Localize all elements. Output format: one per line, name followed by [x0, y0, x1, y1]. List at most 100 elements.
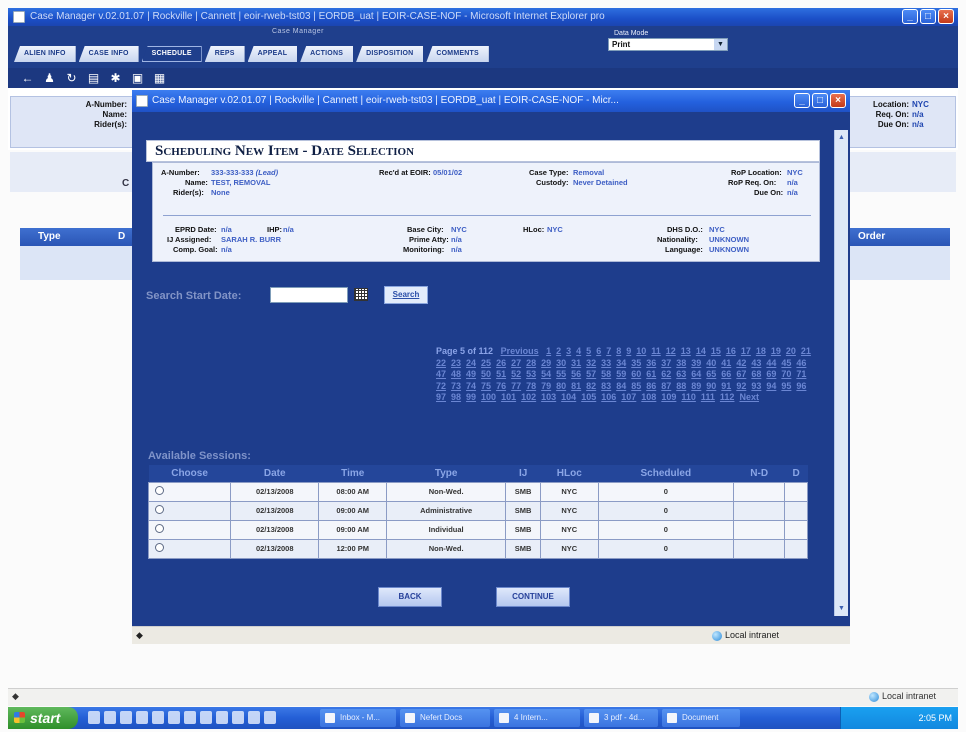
page-link[interactable]: 86: [646, 381, 656, 393]
page-link[interactable]: 77: [511, 381, 521, 393]
page-link[interactable]: 30: [556, 358, 566, 370]
page-link[interactable]: 27: [511, 358, 521, 370]
page-link[interactable]: 28: [526, 358, 536, 370]
page-link[interactable]: 63: [676, 369, 686, 381]
page-link[interactable]: 20: [786, 346, 796, 358]
page-link[interactable]: 92: [736, 381, 746, 393]
page-link[interactable]: 107: [621, 392, 636, 404]
page-link[interactable]: 68: [751, 369, 761, 381]
back-button[interactable]: Back: [378, 587, 442, 607]
page-link[interactable]: 53: [526, 369, 536, 381]
page-link[interactable]: 22: [436, 358, 446, 370]
page-link[interactable]: 110: [681, 392, 696, 404]
taskbar-button[interactable]: Inbox - M...: [320, 709, 396, 727]
page-link[interactable]: 76: [496, 381, 506, 393]
page-link[interactable]: 47: [436, 369, 446, 381]
page-link[interactable]: 83: [601, 381, 611, 393]
page-link[interactable]: 67: [736, 369, 746, 381]
next-page-link[interactable]: Next: [739, 392, 759, 404]
quick-launch-icon[interactable]: [232, 711, 244, 724]
quick-launch-icon[interactable]: [168, 711, 180, 724]
page-link[interactable]: 11: [651, 346, 661, 358]
page-link[interactable]: 97: [436, 392, 446, 404]
modal-close-button[interactable]: ×: [830, 93, 846, 108]
page-link[interactable]: 75: [481, 381, 491, 393]
page-link[interactable]: 50: [481, 369, 491, 381]
page-link[interactable]: 34: [616, 358, 626, 370]
page-link[interactable]: 57: [586, 369, 596, 381]
page-link[interactable]: 29: [541, 358, 551, 370]
document-icon[interactable]: ▤: [86, 71, 101, 85]
page-link[interactable]: 8: [616, 346, 621, 358]
taskbar-button[interactable]: 3 pdf - 4d...: [584, 709, 658, 727]
search-button[interactable]: Search: [384, 286, 428, 304]
page-link[interactable]: 46: [796, 358, 806, 370]
page-link[interactable]: 42: [736, 358, 746, 370]
session-radio[interactable]: [155, 486, 164, 495]
page-link[interactable]: 109: [661, 392, 676, 404]
page-link[interactable]: 31: [571, 358, 581, 370]
page-link[interactable]: 71: [796, 369, 806, 381]
tab-actions[interactable]: Actions: [300, 46, 354, 62]
save-icon[interactable]: ▣: [130, 71, 145, 85]
page-link[interactable]: 61: [646, 369, 656, 381]
page-link[interactable]: 89: [691, 381, 701, 393]
session-radio[interactable]: [155, 505, 164, 514]
quick-launch-icon[interactable]: [152, 711, 164, 724]
tab-schedule[interactable]: Schedule: [141, 46, 202, 62]
page-link[interactable]: 72: [436, 381, 446, 393]
clipboard-icon[interactable]: ▦: [152, 71, 167, 85]
page-link[interactable]: 62: [661, 369, 671, 381]
page-link[interactable]: 43: [751, 358, 761, 370]
page-link[interactable]: 108: [641, 392, 656, 404]
page-link[interactable]: 51: [496, 369, 506, 381]
quick-launch-icon[interactable]: [248, 711, 260, 724]
choose-cell[interactable]: [147, 519, 232, 540]
page-link[interactable]: 104: [561, 392, 576, 404]
page-link[interactable]: 87: [661, 381, 671, 393]
page-link[interactable]: 52: [511, 369, 521, 381]
page-link[interactable]: 40: [706, 358, 716, 370]
page-link[interactable]: 58: [601, 369, 611, 381]
minimize-button[interactable]: _: [902, 9, 918, 24]
chevron-down-icon[interactable]: ▼: [714, 39, 727, 50]
page-link[interactable]: 65: [706, 369, 716, 381]
page-link[interactable]: 84: [616, 381, 626, 393]
page-link[interactable]: 48: [451, 369, 461, 381]
table-row[interactable]: 02/13/2008 09:00 AM Administrative SMB N…: [147, 500, 808, 521]
page-link[interactable]: 16: [726, 346, 736, 358]
page-link[interactable]: 60: [631, 369, 641, 381]
page-link[interactable]: 103: [541, 392, 556, 404]
page-link[interactable]: 35: [631, 358, 641, 370]
quick-launch-icon[interactable]: [200, 711, 212, 724]
page-link[interactable]: 91: [721, 381, 731, 393]
page-link[interactable]: 105: [581, 392, 596, 404]
page-link[interactable]: 7: [606, 346, 611, 358]
back-arrow-icon[interactable]: ←: [20, 71, 35, 85]
page-link[interactable]: 37: [661, 358, 671, 370]
person-icon[interactable]: ♟: [42, 71, 57, 85]
choose-cell[interactable]: [147, 538, 232, 559]
page-link[interactable]: 13: [681, 346, 691, 358]
session-radio[interactable]: [155, 524, 164, 533]
page-link[interactable]: 111: [701, 392, 715, 404]
taskbar-button[interactable]: 4 Intern...: [494, 709, 580, 727]
page-link[interactable]: 33: [601, 358, 611, 370]
page-link[interactable]: 102: [521, 392, 536, 404]
page-link[interactable]: 101: [501, 392, 516, 404]
quick-launch-icon[interactable]: [88, 711, 100, 724]
page-link[interactable]: 54: [541, 369, 551, 381]
page-link[interactable]: 4: [576, 346, 581, 358]
tab-comments[interactable]: Comments: [426, 46, 489, 62]
refresh-icon[interactable]: ↻: [64, 71, 79, 85]
page-link[interactable]: 59: [616, 369, 626, 381]
page-link[interactable]: 88: [676, 381, 686, 393]
page-link[interactable]: 18: [756, 346, 766, 358]
page-link[interactable]: 44: [766, 358, 776, 370]
quick-launch-icon[interactable]: [264, 711, 276, 724]
scroll-up-icon[interactable]: ▲: [836, 132, 847, 143]
modal-minimize-button[interactable]: _: [794, 93, 810, 108]
previous-page-link[interactable]: Previous: [501, 346, 539, 358]
page-link[interactable]: 56: [571, 369, 581, 381]
table-row[interactable]: 02/13/2008 08:00 AM Non-Wed. SMB NYC 0: [147, 481, 808, 502]
